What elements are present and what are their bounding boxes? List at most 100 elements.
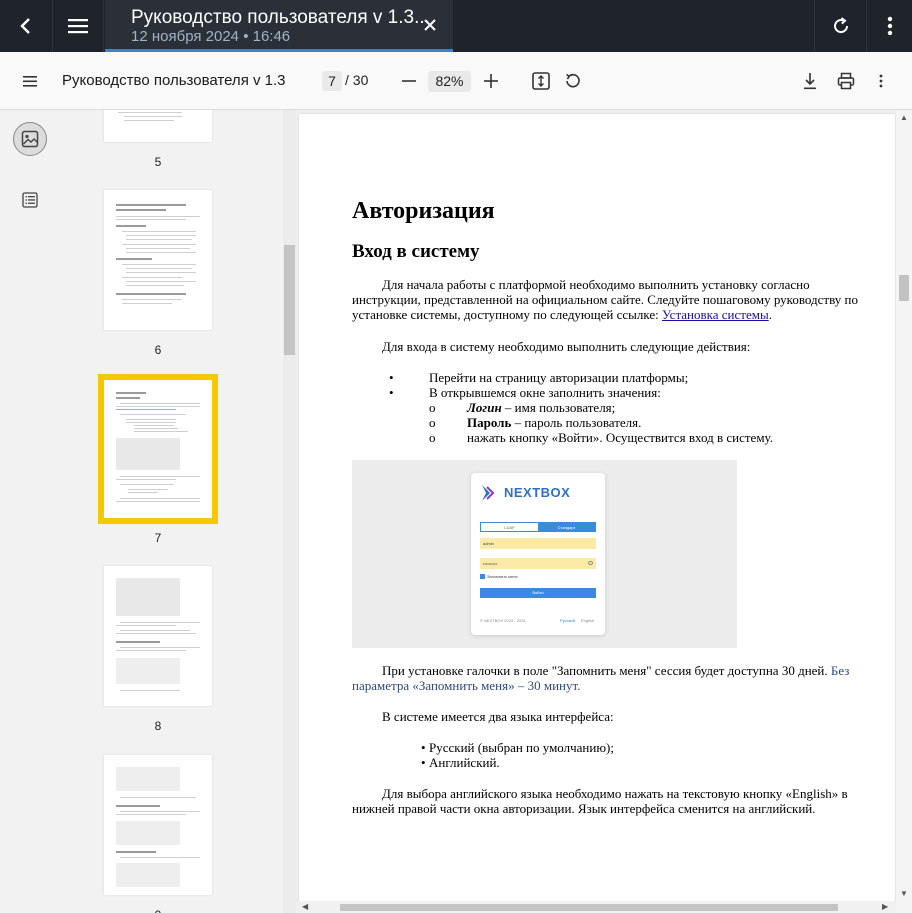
rotate-icon: [566, 73, 580, 88]
thumbnail-scrollbar-thumb[interactable]: [284, 245, 295, 355]
bullet-dot: •: [421, 755, 426, 770]
zoom-out-button[interactable]: [398, 70, 420, 92]
scroll-left-arrow-icon[interactable]: ◀: [302, 902, 308, 911]
sidebar-toggle-button[interactable]: [18, 72, 42, 90]
main-menu-button[interactable]: [52, 0, 104, 52]
thumbnail-panel: 5 6 7 8: [60, 110, 296, 913]
auth-tabs: LDAP Стандарт: [480, 522, 596, 532]
horizontal-scrollbar-thumb[interactable]: [340, 904, 838, 911]
app-bar: Руководство пользователя v 1.3... 12 ноя…: [0, 0, 912, 52]
bullet-dot: •: [421, 740, 426, 755]
page-heading: Авторизация: [352, 198, 495, 224]
tab-title: Руководство пользователя v 1.3...: [131, 7, 430, 28]
back-button[interactable]: [0, 0, 52, 52]
eye-icon: [588, 561, 593, 565]
outline-list-icon: [22, 192, 38, 208]
pdf-viewer-app: Руководство пользователя v 1.3... 12 ноя…: [0, 0, 912, 913]
hamburger-menu-icon: [68, 19, 88, 34]
list-item: В открывшемся окне заполнить значения:: [429, 385, 661, 400]
zoom-in-button[interactable]: [480, 70, 502, 92]
scroll-down-arrow-icon[interactable]: ▼: [900, 889, 908, 898]
login-card: NEXTBOX LDAP Стандарт admin •••••••••• З…: [471, 473, 605, 635]
page-thumbnail[interactable]: [104, 110, 212, 142]
password-field: ••••••••••: [480, 558, 596, 569]
list-item: Перейти на страницу авторизации платформ…: [429, 370, 689, 385]
thumbnail-label: 9: [104, 908, 212, 913]
tab-ldap: LDAP: [481, 523, 538, 531]
login-screenshot: NEXTBOX LDAP Стандарт admin •••••••••• З…: [352, 460, 737, 648]
list-item: Русский (выбран по умолчанию);: [429, 740, 614, 755]
document-horizontal-scrollbar[interactable]: ◀ ▶: [296, 901, 896, 913]
document-vertical-scrollbar[interactable]: ▲ ▼: [896, 110, 912, 913]
bullet-dot: •: [389, 385, 394, 400]
thumbnail-label: 6: [154, 343, 162, 357]
page-thumbnail[interactable]: [104, 566, 212, 706]
download-button[interactable]: [798, 69, 822, 93]
sidebar-rail: [0, 110, 60, 913]
page-thumbnail[interactable]: [104, 190, 212, 330]
zoom-out-icon: [402, 80, 416, 82]
more-vertical-icon: [879, 74, 883, 88]
nextbox-logo-icon: [482, 485, 495, 501]
bullet-dot: •: [389, 370, 394, 385]
tab-standard: Стандарт: [538, 523, 595, 531]
rotate-button[interactable]: [562, 70, 584, 92]
bullet-circle: o: [429, 415, 436, 430]
outline-button[interactable]: [18, 188, 42, 212]
paragraph-languages: В системе имеется два языка интерфейса:: [382, 709, 614, 724]
zoom-in-icon: [484, 74, 498, 88]
section-heading: Вход в систему: [352, 241, 480, 262]
scroll-right-arrow-icon[interactable]: ▶: [882, 902, 888, 911]
download-icon: [804, 73, 816, 90]
refresh-button[interactable]: [814, 0, 866, 52]
thumbnail-label: 8: [154, 719, 162, 733]
more-vertical-icon: [887, 16, 892, 36]
close-tab-button[interactable]: [419, 14, 441, 36]
document-view: Авторизация Вход в систему Для начала ра…: [296, 110, 912, 913]
list-item: Английский.: [429, 755, 500, 770]
page-thumbnail[interactable]: [104, 755, 212, 895]
paragraph-install: Для начала работы с платформой необходим…: [352, 277, 858, 323]
checkbox-checked-icon: [480, 574, 485, 579]
bullet-circle: o: [429, 400, 436, 415]
document-tab[interactable]: Руководство пользователя v 1.3... 12 ноя…: [105, 0, 453, 52]
back-arrow-icon: [20, 18, 30, 34]
remember-me: Запомнить меня: [480, 574, 518, 579]
fit-page-icon: [532, 72, 550, 90]
zoom-level[interactable]: 82%: [428, 71, 471, 92]
sidebar-toggle-icon: [23, 75, 37, 87]
page-thumbnail-selected[interactable]: [98, 374, 218, 524]
bullet-circle: o: [429, 430, 436, 445]
scroll-up-arrow-icon[interactable]: ▲: [900, 113, 908, 122]
thumbnail-label: 5: [154, 155, 162, 169]
list-subitem: Пароль – пароль пользователя.: [467, 415, 642, 430]
paragraph-login-steps: Для входа в систему необходимо выполнить…: [382, 339, 751, 354]
close-icon: [424, 19, 436, 31]
brand-name: NEXTBOX: [504, 485, 571, 500]
print-button[interactable]: [834, 69, 858, 93]
install-link[interactable]: Установка системы: [662, 307, 769, 322]
app-more-button[interactable]: [866, 0, 912, 52]
tab-subtitle: 12 ноября 2024 • 16:46: [131, 28, 291, 45]
document-page: Авторизация Вход в систему Для начала ра…: [299, 114, 895, 902]
paragraph-english: Для выбора английского языка необходимо …: [352, 786, 848, 817]
refresh-icon: [833, 17, 848, 34]
toolbar-more-button[interactable]: [870, 69, 892, 93]
list-subitem: Логин – имя пользователя;: [467, 400, 616, 415]
lang-ru: Русский: [560, 618, 575, 623]
thumbnails-button[interactable]: [13, 122, 47, 156]
page-total: / 30: [345, 72, 369, 88]
viewer-toolbar: Руководство пользователя v 1.3 7 / 30 82…: [0, 52, 912, 110]
thumbnail-scrollbar[interactable]: [283, 110, 296, 913]
login-field: admin: [480, 538, 596, 549]
lang-en: English: [581, 618, 595, 623]
copyright: © NEXTBOX 2023 - 2024: [480, 618, 526, 623]
login-button: Войти: [480, 588, 596, 598]
vertical-scrollbar-thumb[interactable]: [899, 275, 909, 301]
document-title: Руководство пользователя v 1.3: [62, 72, 286, 89]
thumbnail-label: 7: [154, 531, 162, 545]
thumbnails-icon: [21, 130, 39, 148]
fit-page-button[interactable]: [530, 70, 552, 92]
page-number-input[interactable]: 7: [322, 71, 342, 91]
list-subitem: нажать кнопку «Войти». Осуществится вход…: [467, 430, 774, 445]
